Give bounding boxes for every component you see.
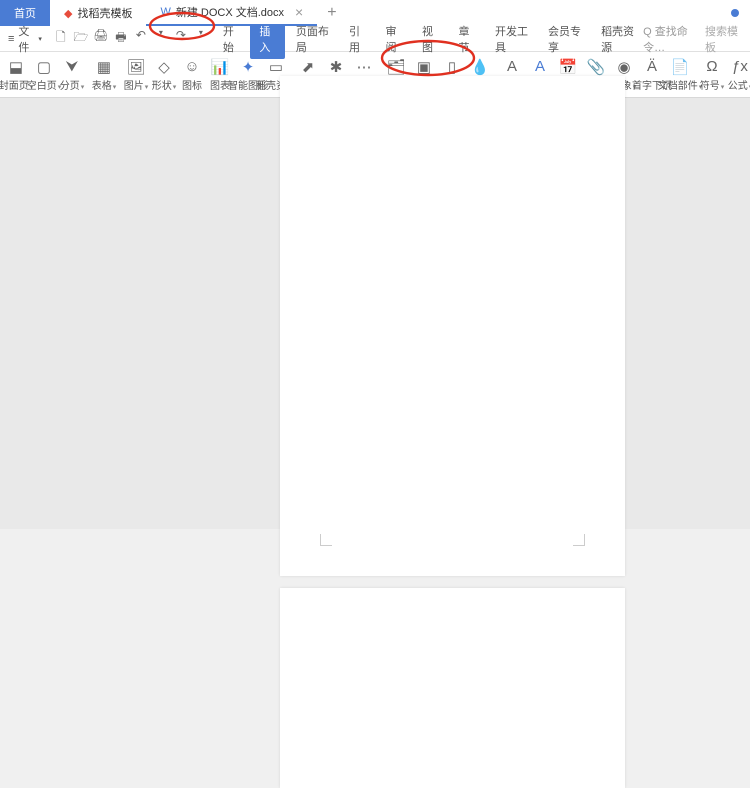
公式-icon: ƒx [732, 58, 748, 76]
ribbon-label: 图标 [182, 77, 202, 92]
空白页-icon: ▢ [37, 58, 51, 76]
status-dot [731, 9, 739, 17]
menu-file-label: 文件 [18, 23, 34, 55]
menu-bar: ≡ 文件 ▾ 🗋🗁🖨🖶↶▾↷▾ 开始插入页面布局引用审阅视图章节开发工具会员专享… [0, 26, 750, 52]
search-area: Q 查找命令… 搜索模板 [643, 23, 750, 55]
qa-button-5[interactable]: ↷ [172, 28, 190, 49]
符号-icon: Ω [706, 58, 717, 76]
qa-button-3[interactable]: 🖶 [112, 28, 130, 49]
ribbon-符号[interactable]: Ω符号▾ [698, 56, 726, 94]
对象-icon: ◉ [617, 58, 630, 76]
menu-tab-章节[interactable]: 章节 [449, 19, 484, 59]
形状-icon: ◇ [158, 58, 170, 76]
menu-file[interactable]: ≡ 文件 ▾ [0, 23, 50, 55]
ribbon-label: 形状▾ [152, 77, 177, 92]
document-canvas[interactable] [0, 98, 750, 529]
附件-icon: 📎 [587, 58, 606, 76]
艺术字-icon: A [535, 58, 545, 76]
command-search[interactable]: Q 查找命令… [643, 23, 699, 55]
qa-button-0[interactable]: 🗋 [52, 28, 70, 49]
图表-icon: 📊 [211, 58, 230, 76]
title-bar-right [731, 9, 750, 17]
表格-icon: ▦ [97, 58, 111, 76]
tab-document-label: 新建 DOCX 文档.docx [176, 4, 284, 20]
tab-close-icon[interactable]: × [295, 4, 303, 20]
tab-template-label: 找稻壳模板 [77, 5, 132, 21]
menu-tab-开发工具[interactable]: 开发工具 [486, 19, 537, 59]
在线流程图-icon: ⬈ [302, 58, 315, 76]
日期-icon: 📅 [559, 58, 578, 76]
ribbon-图标[interactable]: ☺图标 [178, 56, 206, 94]
封面页-icon: ⬓ [9, 58, 23, 76]
qa-button-2[interactable]: 🖨 [92, 28, 110, 49]
tab-home[interactable]: 首页 [0, 0, 50, 26]
页眉页脚-icon: ▣ [417, 58, 431, 76]
图片-icon: 🖼 [126, 58, 145, 76]
稻壳资源-icon: ▭ [269, 58, 283, 76]
menu-tab-稻壳资源[interactable]: 稻壳资源 [592, 19, 643, 59]
qa-dropdown[interactable]: ▾ [192, 28, 210, 49]
ribbon-label: 表格▾ [92, 77, 117, 92]
document-page-1[interactable] [280, 76, 625, 576]
quick-access: 🗋🗁🖨🖶↶▾↷▾ [52, 28, 210, 49]
ribbon-label: 分页▾ [60, 77, 85, 92]
menu-tab-审阅[interactable]: 审阅 [376, 19, 411, 59]
ribbon-形状[interactable]: ◇形状▾ [150, 56, 178, 94]
menu-tab-会员专享[interactable]: 会员专享 [539, 19, 590, 59]
margin-corner [573, 534, 585, 546]
tab-home-label: 首页 [14, 5, 36, 21]
tab-add[interactable]: + [317, 0, 346, 26]
ribbon-label: 文档部件▾ [658, 77, 703, 92]
word-icon: W [160, 6, 170, 18]
首字下沉-icon: Ä [647, 58, 657, 76]
ribbon-label: 图表 [210, 77, 230, 92]
分页-icon: ⮟ [66, 58, 79, 76]
margin-corner [320, 534, 332, 546]
批注-icon: 🗂 [386, 58, 405, 76]
文档部件-icon: 📄 [671, 58, 690, 76]
智能图形-icon: ✦ [242, 58, 255, 76]
qa-dropdown[interactable]: ▾ [152, 28, 170, 49]
页码-icon: ▯ [448, 58, 456, 76]
tab-document[interactable]: W 新建 DOCX 文档.docx × [146, 0, 317, 26]
ribbon-文档部件[interactable]: 📄文档部件▾ [666, 56, 694, 94]
hamburger-icon: ≡ [8, 33, 14, 45]
qa-button-1[interactable]: 🗁 [72, 28, 90, 49]
document-page-2[interactable] [280, 588, 625, 788]
ribbon-label: 公式▾ [728, 77, 750, 92]
ribbon-label: 空白页▾ [27, 77, 62, 92]
template-icon: ◆ [64, 7, 72, 20]
ribbon-空白页[interactable]: ▢空白页▾ [30, 56, 58, 94]
ribbon-公式[interactable]: ƒx公式▾ [726, 56, 750, 94]
ribbon-表格[interactable]: ▦表格▾ [90, 56, 118, 94]
在线脑图-icon: ✱ [330, 58, 343, 76]
图标-icon: ☺ [184, 58, 199, 76]
水印-icon: 💧 [471, 58, 490, 76]
ribbon-图片[interactable]: 🖼图片▾ [122, 56, 150, 94]
qa-button-4[interactable]: ↶ [132, 28, 150, 49]
menu-tab-视图[interactable]: 视图 [413, 19, 448, 59]
ribbon-分页[interactable]: ⮟分页▾ [58, 56, 86, 94]
更多-icon: ⋯ [357, 58, 372, 76]
文本框-icon: A [507, 58, 517, 76]
ribbon-label: 图片▾ [124, 77, 149, 92]
tab-template[interactable]: ◆ 找稻壳模板 [50, 0, 146, 26]
ribbon-label: 符号▾ [700, 77, 725, 92]
chevron-down-icon: ▾ [38, 35, 42, 43]
search-input[interactable]: 搜索模板 [705, 23, 742, 55]
